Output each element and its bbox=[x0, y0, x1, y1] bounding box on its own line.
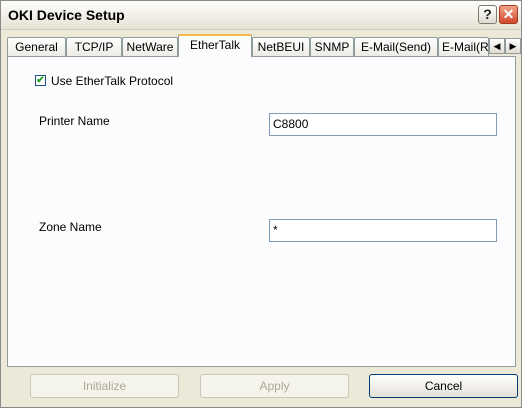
tab-snmp[interactable]: SNMP bbox=[310, 37, 354, 56]
tab-strip: General TCP/IP NetWare EtherTalk NetBEUI… bbox=[7, 34, 521, 57]
title-bar[interactable]: OKI Device Setup ? ✕ bbox=[1, 1, 521, 30]
use-ethertalk-label[interactable]: Use EtherTalk Protocol bbox=[51, 74, 173, 88]
tab-netware[interactable]: NetWare bbox=[122, 37, 178, 56]
tab-netbeui[interactable]: NetBEUI bbox=[252, 37, 310, 56]
tab-general[interactable]: General bbox=[7, 37, 66, 56]
use-ethertalk-checkbox[interactable]: ✔ bbox=[35, 75, 46, 86]
window-title: OKI Device Setup bbox=[8, 7, 125, 23]
tab-scroll-right-icon[interactable]: ▶ bbox=[505, 38, 521, 54]
tab-tcpip[interactable]: TCP/IP bbox=[66, 37, 122, 56]
printer-name-label: Printer Name bbox=[39, 114, 110, 128]
cancel-button[interactable]: Cancel bbox=[369, 374, 518, 398]
tab-email-send[interactable]: E-Mail(Send) bbox=[354, 37, 438, 56]
device-setup-window: OKI Device Setup ? ✕ General TCP/IP NetW… bbox=[0, 0, 522, 408]
tab-email-receive[interactable]: E-Mail(R bbox=[438, 37, 489, 56]
zone-name-label: Zone Name bbox=[39, 220, 102, 234]
zone-name-field[interactable]: * bbox=[269, 219, 497, 242]
ethertalk-panel bbox=[7, 56, 516, 367]
tab-scroll-left-icon[interactable]: ◀ bbox=[489, 38, 505, 54]
apply-button[interactable]: Apply bbox=[200, 374, 349, 398]
initialize-button[interactable]: Initialize bbox=[30, 374, 179, 398]
tab-scroll-buttons: ◀ ▶ bbox=[489, 38, 521, 54]
printer-name-field[interactable]: C8800 bbox=[269, 113, 497, 136]
tab-ethertalk[interactable]: EtherTalk bbox=[178, 34, 252, 57]
close-icon[interactable]: ✕ bbox=[499, 5, 518, 24]
help-icon[interactable]: ? bbox=[478, 5, 497, 24]
